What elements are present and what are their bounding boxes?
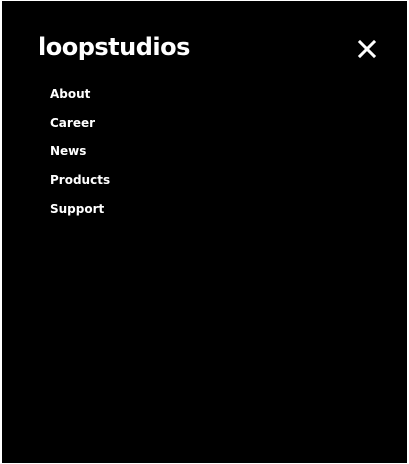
nav-link-news[interactable]: News (50, 144, 86, 158)
close-menu-button[interactable] (357, 39, 379, 61)
nav-item-career: Career (50, 113, 110, 142)
nav-menu: About Career News Products Support (50, 84, 110, 227)
nav-link-about[interactable]: About (50, 87, 90, 101)
nav-link-career[interactable]: Career (50, 116, 95, 130)
nav-item-about: About (50, 84, 110, 113)
nav-item-news: News (50, 141, 110, 170)
logo[interactable]: loopstudios (38, 32, 190, 62)
nav-link-support[interactable]: Support (50, 202, 104, 216)
nav-item-support: Support (50, 199, 110, 228)
close-icon (357, 39, 379, 59)
mobile-menu-overlay: loopstudios About Career News Products S… (2, 1, 407, 463)
nav-item-products: Products (50, 170, 110, 199)
nav-link-products[interactable]: Products (50, 173, 110, 187)
